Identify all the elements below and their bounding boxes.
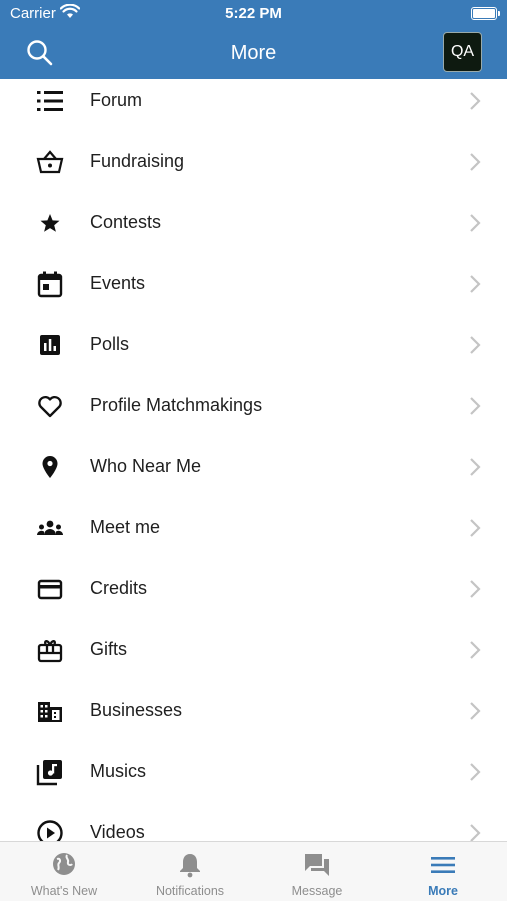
menu-item-credits[interactable]: Credits	[0, 559, 507, 620]
gift-card-icon	[36, 636, 64, 664]
menu-item-label: Profile Matchmakings	[90, 395, 263, 415]
menu-item-label: Forum	[90, 90, 143, 110]
chevron-right-icon	[468, 396, 482, 416]
globe-icon	[50, 851, 78, 879]
chevron-right-icon	[468, 274, 482, 294]
poll-icon	[36, 331, 64, 359]
menu-item-businesses[interactable]: Businesses	[0, 681, 507, 742]
menu-item-profile-matchmakings[interactable]: Profile Matchmakings	[0, 376, 507, 437]
menu-item-musics[interactable]: Musics	[0, 742, 507, 803]
chevron-right-icon	[468, 518, 482, 538]
bell-icon	[176, 851, 204, 879]
chevron-right-icon	[468, 213, 482, 233]
avatar[interactable]: QA	[443, 32, 482, 72]
chevron-right-icon	[468, 152, 482, 172]
chevron-right-icon	[468, 457, 482, 477]
chevron-right-icon	[468, 640, 482, 660]
status-bar: Carrier 5:22 PM	[0, 0, 507, 28]
chevron-right-icon	[468, 823, 482, 841]
menu-item-gifts[interactable]: Gifts	[0, 620, 507, 681]
menu-item-label: Polls	[90, 334, 130, 354]
bottom-tab-bar: What's New Notifications Message More	[0, 841, 507, 901]
tab-more[interactable]: More	[380, 842, 506, 901]
menu-item-label: Musics	[90, 761, 147, 781]
menu-item-events[interactable]: Events	[0, 254, 507, 315]
chat-icon	[303, 851, 331, 879]
menu-item-label: Events	[90, 273, 146, 293]
music-library-icon	[36, 758, 64, 786]
play-circle-icon	[36, 819, 64, 841]
menu-item-label: Meet me	[90, 517, 161, 537]
list-icon	[36, 87, 64, 115]
menu-item-label: Videos	[90, 822, 145, 841]
more-menu-list: Forum Fundraising Contests Events Polls …	[0, 79, 507, 841]
battery-icon	[471, 7, 500, 20]
tab-message[interactable]: Message	[254, 842, 380, 901]
menu-item-label: Who Near Me	[90, 456, 202, 476]
menu-item-label: Businesses	[90, 700, 183, 720]
tab-whats-new[interactable]: What's New	[1, 842, 127, 901]
calendar-icon	[36, 270, 64, 298]
header-bar: Carrier 5:22 PM More QA	[0, 0, 507, 79]
status-time: 5:22 PM	[225, 5, 282, 22]
menu-item-who-near-me[interactable]: Who Near Me	[0, 437, 507, 498]
star-icon	[36, 209, 64, 237]
menu-item-meet-me[interactable]: Meet me	[0, 498, 507, 559]
tab-notifications[interactable]: Notifications	[127, 842, 253, 901]
group-icon	[36, 514, 64, 542]
building-icon	[36, 697, 64, 725]
chevron-right-icon	[468, 762, 482, 782]
credit-card-icon	[36, 575, 64, 603]
page-title: More	[230, 42, 277, 64]
menu-item-videos[interactable]: Videos	[0, 803, 507, 841]
menu-item-fundraising[interactable]: Fundraising	[0, 132, 507, 193]
chevron-right-icon	[468, 701, 482, 721]
tab-label: What's New	[30, 884, 98, 898]
heart-icon	[36, 392, 64, 420]
menu-item-contests[interactable]: Contests	[0, 193, 507, 254]
menu-item-forum[interactable]: Forum	[0, 79, 507, 132]
menu-item-label: Contests	[90, 212, 162, 232]
menu-item-label: Credits	[90, 578, 148, 598]
hamburger-icon	[429, 851, 457, 879]
menu-item-label: Gifts	[90, 639, 128, 659]
tab-label: More	[428, 884, 458, 898]
chevron-right-icon	[468, 91, 482, 111]
basket-icon	[36, 148, 64, 176]
menu-item-label: Fundraising	[90, 151, 185, 171]
tab-label: Message	[291, 884, 343, 898]
menu-item-polls[interactable]: Polls	[0, 315, 507, 376]
chevron-right-icon	[468, 335, 482, 355]
chevron-right-icon	[468, 579, 482, 599]
tab-label: Notifications	[155, 884, 225, 898]
location-pin-icon	[36, 453, 64, 481]
